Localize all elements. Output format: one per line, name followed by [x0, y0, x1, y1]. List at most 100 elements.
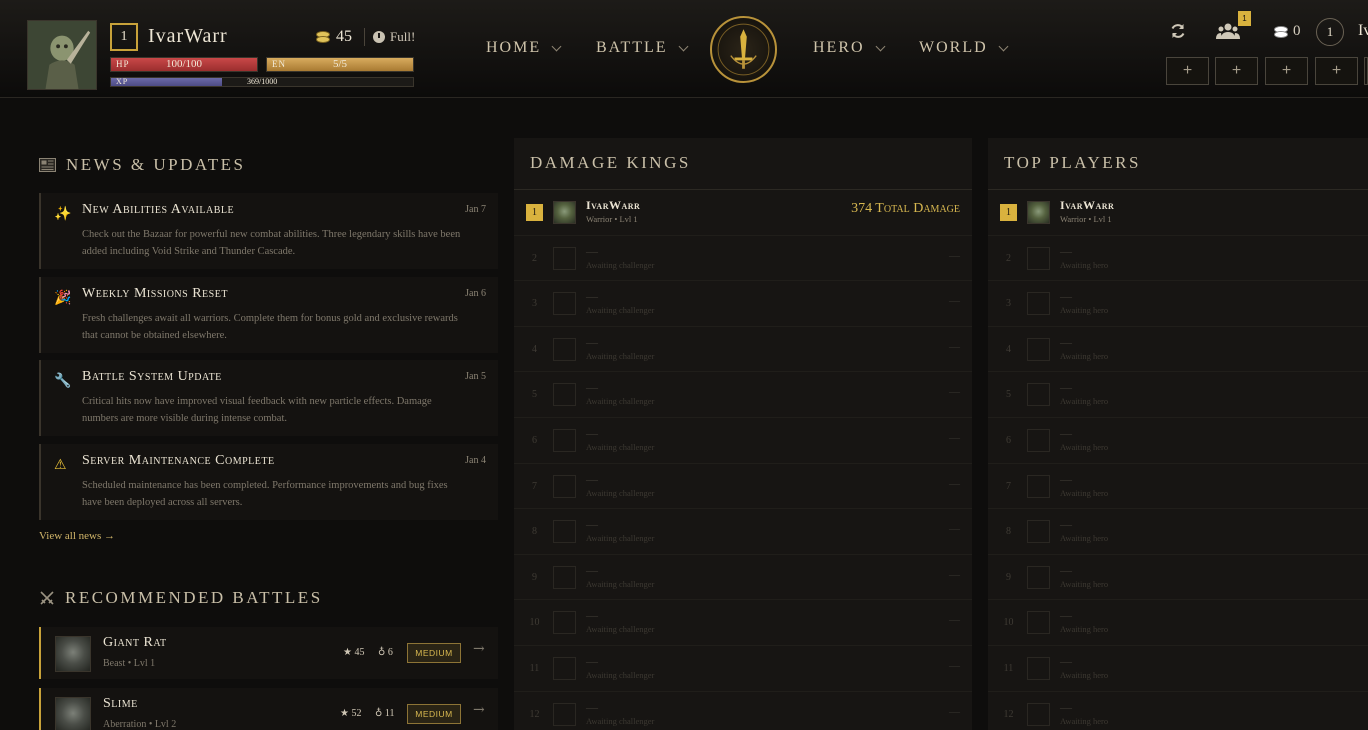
damage-value: —: [949, 568, 960, 581]
damage-value: —: [949, 295, 960, 308]
player-subtitle: Awaiting hero: [1060, 533, 1109, 544]
quick-slot-4[interactable]: +: [1315, 57, 1358, 85]
star-icon: ★: [343, 647, 352, 658]
player-thumbnail: [553, 565, 576, 589]
xp-bar: XP 369/1000: [110, 77, 414, 87]
player-subtitle: Awaiting hero: [1060, 350, 1109, 361]
player-thumbnail: [1027, 565, 1050, 589]
enemy-name: Giant Rat: [103, 635, 167, 650]
leaderboard-row: 4 — Awaiting hero: [988, 327, 1368, 373]
player-name: —: [586, 243, 598, 258]
money-bag-icon: ♁: [375, 708, 383, 719]
player-name: —: [1060, 608, 1072, 623]
wrench-icon: 🔧: [54, 373, 72, 389]
battle-card[interactable]: Giant Rat Beast • Lvl 1 ★ 45 ♁ 6 MEDIUM …: [39, 627, 498, 679]
player-name: —: [586, 380, 598, 395]
quick-slot-5[interactable]: [1364, 57, 1368, 85]
nav-home[interactable]: HOME: [486, 39, 562, 57]
player-subtitle: Awaiting challenger: [586, 670, 655, 680]
leaderboard-row: 8— Awaiting challenger —: [514, 509, 972, 555]
player-subtitle: Awaiting hero: [1060, 442, 1109, 452]
chevron-down-icon: [875, 41, 886, 51]
player-subtitle: Awaiting challenger: [586, 350, 655, 361]
refresh-icon[interactable]: [1169, 22, 1187, 40]
news-item-body: Scheduled maintenance has been completed…: [82, 480, 448, 508]
money-bag-icon: ♁: [378, 647, 386, 658]
game-emblem-logo[interactable]: [710, 16, 777, 83]
chevron-down-icon: [998, 41, 1009, 51]
player-name[interactable]: IvarWarr: [148, 25, 228, 48]
star-icon: ★: [340, 708, 349, 719]
news-item[interactable]: 🔧 Battle System Update Jan 5 Critical hi…: [39, 360, 498, 436]
clock-icon: [373, 31, 385, 43]
quick-slot-1[interactable]: +: [1166, 57, 1209, 85]
rank-badge: 12: [529, 708, 540, 720]
player-subtitle: Awaiting challenger: [586, 578, 655, 589]
player-name: —: [586, 289, 598, 304]
leaderboard-row: 4— Awaiting challenger —: [514, 327, 972, 373]
player-name: —: [586, 699, 598, 714]
rank-badge: 8: [532, 526, 537, 538]
player-subtitle: Awaiting hero: [1060, 305, 1109, 316]
rank-badge: 5: [532, 389, 537, 401]
news-item[interactable]: ⚠ Server Maintenance Complete Jan 4 Sche…: [39, 444, 498, 520]
news-item-title: Battle System Update: [82, 369, 222, 384]
leaderboard-row[interactable]: 1 IvarWarr Warrior • Lvl 1: [988, 190, 1368, 236]
quick-slot-2[interactable]: +: [1215, 57, 1258, 85]
arrow-right-icon[interactable]: →: [473, 641, 485, 657]
xp-reward-value: 52: [351, 708, 362, 719]
damage-value: —: [949, 705, 960, 718]
nav-battle[interactable]: BATTLE: [596, 39, 688, 57]
rank-badge: 1: [526, 204, 543, 221]
profile-level-circle[interactable]: 1: [1316, 18, 1344, 46]
player-subtitle: Awaiting challenger: [586, 442, 655, 452]
energy-label: EN: [272, 59, 286, 69]
chevron-down-icon: [551, 41, 562, 51]
profile-name-truncated[interactable]: IvarWarr: [1358, 22, 1368, 40]
player-name: —: [1060, 654, 1072, 668]
player-thumbnail: [1027, 520, 1050, 544]
player-thumbnail: [553, 657, 576, 680]
hp-bar: HP 100/100: [110, 57, 258, 72]
difficulty-badge: MEDIUM: [407, 643, 461, 663]
player-thumbnail: [1027, 657, 1050, 680]
player-subtitle: Awaiting hero: [1060, 259, 1109, 270]
rank-badge: 5: [1006, 389, 1011, 401]
player-avatar[interactable]: [27, 20, 97, 90]
energy-value: 5/5: [333, 58, 348, 70]
rank-badge: 3: [532, 298, 537, 310]
leaderboard-row: 2 — Awaiting hero: [988, 236, 1368, 282]
player-thumbnail: [553, 611, 576, 635]
newspaper-icon: [39, 158, 56, 172]
nav-hero[interactable]: HERO: [813, 39, 886, 57]
enemy-portrait: [55, 697, 91, 730]
nav-world[interactable]: WORLD: [919, 39, 1009, 57]
nav-world-label: WORLD: [919, 39, 988, 56]
player-thumbnail: [1027, 474, 1050, 498]
damage-value: 374 Total Damage: [851, 201, 960, 216]
leaderboard-row: 2— Awaiting challenger —: [514, 236, 972, 282]
damage-value: —: [949, 386, 960, 399]
arrow-right-icon[interactable]: →: [473, 702, 485, 718]
damage-value: —: [949, 432, 960, 444]
news-item[interactable]: ✨ New Abilities Available Jan 7 Check ou…: [39, 193, 498, 269]
gold-reward-value: 6: [387, 647, 393, 658]
rank-badge: 9: [1006, 571, 1011, 583]
player-name: —: [1060, 562, 1072, 577]
player-thumbnail: [553, 201, 576, 224]
news-item[interactable]: 🎉 Weekly Missions Reset Jan 6 Fresh chal…: [39, 277, 498, 353]
xp-reward-value: 45: [354, 647, 365, 658]
player-subtitle: Awaiting hero: [1060, 624, 1109, 635]
rank-badge: 10: [1003, 617, 1014, 629]
leaderboard-row[interactable]: 1 IvarWarr Warrior • Lvl 1 374 Total Damage: [514, 190, 972, 236]
view-all-news-link[interactable]: View all news →: [39, 530, 115, 542]
rank-badge: 7: [532, 480, 537, 492]
battle-card[interactable]: Slime Aberration • Lvl 2 ★ 52 ♁ 11 MEDIU…: [39, 688, 498, 730]
news-item-date: Jan 7: [465, 204, 486, 215]
friends-icon[interactable]: [1216, 22, 1240, 40]
rank-badge: 7: [1006, 480, 1011, 492]
quick-slot-3[interactable]: +: [1265, 57, 1308, 85]
currency-display[interactable]: 0: [1274, 23, 1301, 40]
rank-badge: 4: [532, 343, 537, 355]
rank-badge: 10: [529, 617, 540, 629]
